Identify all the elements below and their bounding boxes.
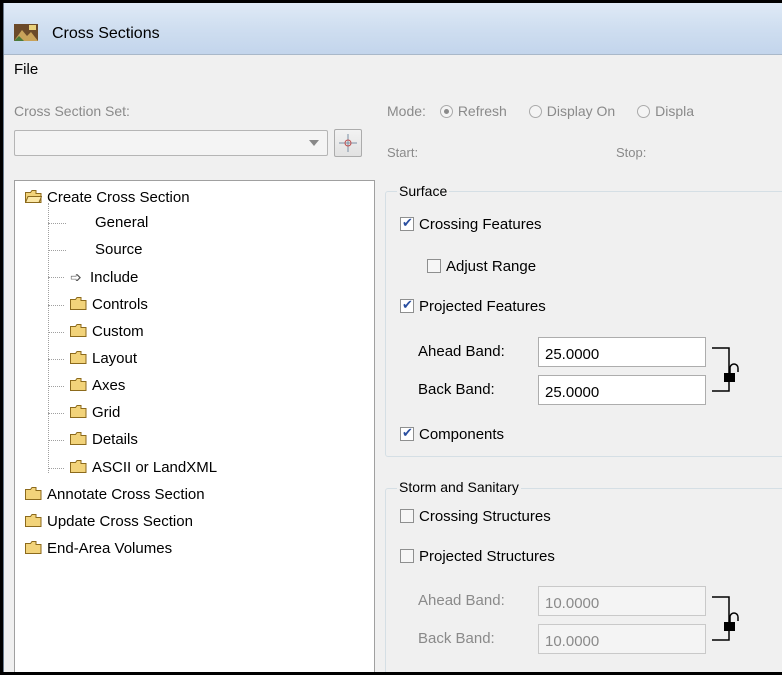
folder-icon <box>70 405 87 418</box>
folder-icon <box>70 324 87 337</box>
folder-icon <box>25 514 42 527</box>
adjust-range-checkbox[interactable]: Adjust Range <box>427 258 536 275</box>
mode-row: Mode: Refresh Display On Displa <box>387 103 694 119</box>
storm-back-band-label: Back Band: <box>418 630 495 647</box>
tree-item-grid[interactable]: Grid <box>70 404 120 422</box>
storm-sanitary-group-title: Storm and Sanitary <box>397 479 521 495</box>
storm-ahead-band-label: Ahead Band: <box>418 592 505 609</box>
projected-features-checkbox[interactable]: Projected Features <box>400 297 546 315</box>
tree-item-general[interactable]: General <box>95 214 148 232</box>
mode-display-radio[interactable]: Displa <box>637 103 694 119</box>
surface-back-band-input[interactable]: 25.0000 <box>538 375 706 405</box>
folder-icon <box>70 378 87 391</box>
menu-bar: File <box>4 56 782 84</box>
tree-item-controls[interactable]: Controls <box>70 296 148 314</box>
chevron-down-icon <box>309 140 319 146</box>
tree-item-update[interactable]: Update Cross Section <box>25 513 193 531</box>
crossing-features-checkbox[interactable]: Crossing Features <box>400 215 542 233</box>
window-title: Cross Sections <box>52 25 160 42</box>
folder-icon <box>70 297 87 310</box>
tree-item-end-area-volumes[interactable]: End-Area Volumes <box>25 540 172 558</box>
cross-section-set-combo[interactable] <box>14 130 328 156</box>
arrow-right-icon: ➩ <box>70 269 82 285</box>
crossing-structures-checkbox[interactable]: Crossing Structures <box>400 508 551 525</box>
surface-group-title: Surface <box>397 183 450 199</box>
mode-display-on-radio[interactable]: Display On <box>528 103 615 119</box>
start-label: Start: <box>387 145 419 160</box>
surface-ahead-band-input[interactable]: 25.0000 <box>538 337 706 367</box>
tree-guide-line <box>48 203 49 473</box>
open-folder-icon <box>25 190 42 203</box>
cross-section-set-label: Cross Section Set: <box>14 103 130 119</box>
title-bar: Cross Sections <box>4 3 782 55</box>
target-button[interactable] <box>334 129 362 157</box>
crosshair-icon <box>339 134 357 152</box>
options-tree: Create Cross Section General Source ➩ Inc… <box>14 180 375 672</box>
storm-back-band-input[interactable]: 10.0000 <box>538 624 706 654</box>
band-link-lock-icon[interactable] <box>712 343 752 399</box>
surface-ahead-band-label: Ahead Band: <box>418 343 505 360</box>
folder-icon <box>70 432 87 445</box>
folder-icon <box>25 487 42 500</box>
tree-item-include[interactable]: ➩ Include <box>70 268 138 287</box>
components-checkbox[interactable]: Components <box>400 425 504 443</box>
app-icon <box>14 24 38 41</box>
storm-ahead-band-input[interactable]: 10.0000 <box>538 586 706 616</box>
tree-item-source[interactable]: Source <box>95 241 143 259</box>
tree-item-ascii-landxml[interactable]: ASCII or LandXML <box>70 459 217 477</box>
tree-item-axes[interactable]: Axes <box>70 377 125 395</box>
stop-label: Stop: <box>616 145 647 160</box>
storm-band-link-lock-icon[interactable] <box>712 592 752 648</box>
tree-item-layout[interactable]: Layout <box>70 350 137 368</box>
surface-back-band-label: Back Band: <box>418 381 495 398</box>
menu-file[interactable]: File <box>14 61 38 78</box>
tree-item-annotate[interactable]: Annotate Cross Section <box>25 486 205 504</box>
mode-refresh-radio[interactable]: Refresh <box>439 103 507 119</box>
folder-icon <box>70 351 87 364</box>
tree-item-create-cross-section[interactable]: Create Cross Section <box>25 189 190 207</box>
tree-item-details[interactable]: Details <box>70 431 138 449</box>
projected-structures-checkbox[interactable]: Projected Structures <box>400 548 555 565</box>
mode-label: Mode: <box>387 103 426 119</box>
folder-icon <box>25 541 42 554</box>
tree-item-custom[interactable]: Custom <box>70 323 144 341</box>
folder-icon <box>70 460 87 473</box>
cross-sections-window: Cross Sections File Cross Section Set: M… <box>3 3 782 672</box>
